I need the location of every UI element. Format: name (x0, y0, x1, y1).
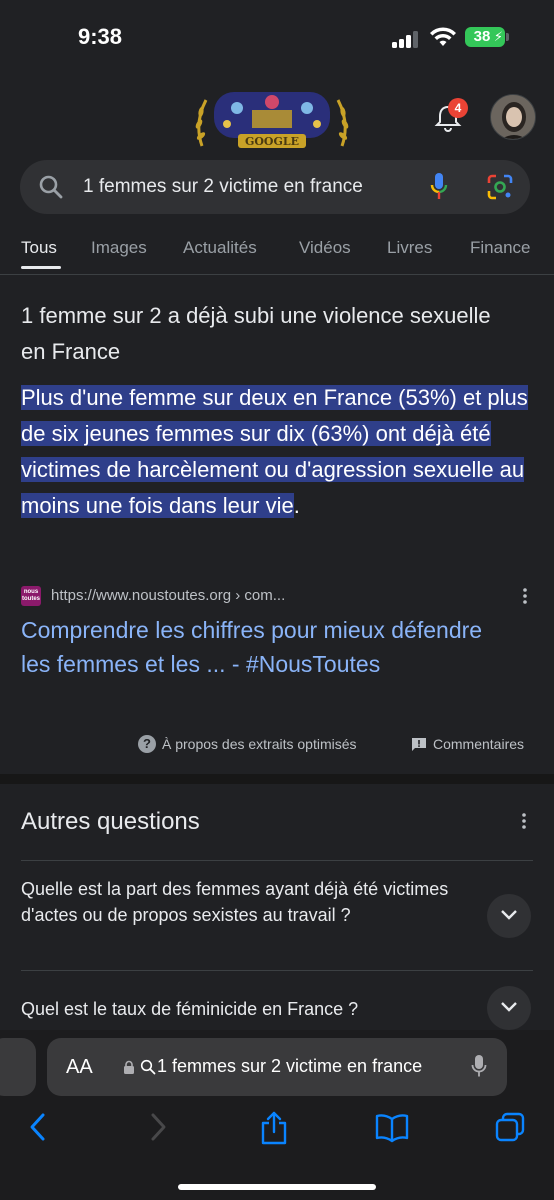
mic-icon[interactable] (430, 172, 448, 202)
source-row[interactable]: nous toutes https://www.noustoutes.org ›… (21, 584, 536, 608)
tab-livres[interactable]: Livres (387, 238, 432, 258)
search-icon (140, 1059, 156, 1075)
section-separator (0, 774, 554, 784)
paa-expand-button[interactable] (487, 894, 531, 938)
site-favicon: nous toutes (21, 586, 41, 606)
active-tab-indicator (21, 266, 61, 269)
about-snippets-link[interactable]: À propos des extraits optimisés (162, 736, 357, 752)
help-icon[interactable]: ? (138, 735, 156, 753)
mic-icon[interactable] (471, 1054, 487, 1080)
address-text[interactable]: 1 femmes sur 2 victime en france (157, 1056, 422, 1077)
browser-toolbar: AA 1 femmes sur 2 victime en france (0, 1030, 554, 1200)
tab-images[interactable]: Images (91, 238, 147, 258)
paa-divider (21, 860, 533, 861)
status-time: 9:38 (78, 24, 123, 49)
chevron-down-icon (501, 1002, 517, 1012)
result-title-link[interactable]: Comprendre les chiffres pour mieux défen… (21, 613, 491, 681)
back-icon[interactable] (26, 1110, 50, 1144)
search-bar[interactable]: 1 femmes sur 2 victime en france (20, 160, 530, 214)
tab-videos[interactable]: Vidéos (299, 238, 351, 258)
paa-expand-button[interactable] (487, 986, 531, 1030)
paa-title: Autres questions (21, 808, 200, 835)
google-doodle[interactable]: GOOGLE (192, 88, 352, 154)
paa-question[interactable]: Quelle est la part des femmes ayant déjà… (21, 876, 461, 928)
home-indicator (178, 1184, 376, 1190)
tab-tous[interactable]: Tous (21, 238, 57, 258)
tabs-icon[interactable] (494, 1110, 526, 1144)
tab-actualites[interactable]: Actualités (183, 238, 257, 258)
more-vert-icon[interactable] (517, 586, 533, 606)
search-icon (39, 175, 63, 199)
lens-icon[interactable] (486, 173, 514, 201)
forward-icon[interactable] (146, 1110, 170, 1144)
charging-icon: ⚡ (493, 29, 503, 44)
source-url[interactable]: https://www.noustoutes.org › com... (51, 587, 285, 604)
battery-indicator: 38 ⚡ (465, 27, 505, 47)
search-input[interactable]: 1 femmes sur 2 victime en france (83, 176, 363, 198)
snippet-footer: ? À propos des extraits optimisés Commen… (0, 730, 554, 760)
paa-divider (21, 970, 533, 971)
previous-tab-preview[interactable] (0, 1038, 36, 1096)
tab-finance[interactable]: Finance (470, 238, 530, 258)
chevron-down-icon (501, 910, 517, 920)
tabs-divider (0, 274, 554, 275)
avatar[interactable] (490, 94, 536, 140)
snippet-body-end: . (293, 493, 300, 518)
battery-tip (506, 33, 509, 41)
paa-question[interactable]: Quel est le taux de féminicide en France… (21, 996, 461, 1022)
feedback-link[interactable]: Commentaires (433, 736, 524, 752)
snippet-body: Plus d'une femme sur deux en France (53%… (21, 380, 536, 524)
notification-badge: 4 (448, 98, 468, 118)
feedback-icon[interactable] (410, 736, 428, 754)
wifi-icon (430, 27, 456, 46)
snippet-title: 1 femme sur 2 a déjà subi une violence s… (21, 303, 491, 364)
more-vert-icon[interactable] (516, 811, 532, 831)
reader-options-button[interactable]: AA (66, 1056, 93, 1079)
doodle-wordmark: GOOGLE (245, 135, 299, 148)
aa-label: AA (66, 1056, 93, 1078)
snippet-highlight: Plus d'une femme sur deux en France (53%… (21, 385, 528, 518)
status-bar: 9:38 38 ⚡ (0, 0, 554, 76)
address-bar[interactable]: AA 1 femmes sur 2 victime en france (47, 1038, 507, 1096)
cellular-signal-icon (392, 30, 420, 48)
lock-icon (124, 1060, 134, 1074)
bookmarks-icon[interactable] (374, 1110, 410, 1144)
search-tabs: Tous Images Actualités Vidéos Livres Fin… (0, 230, 554, 274)
share-icon[interactable] (258, 1110, 290, 1146)
